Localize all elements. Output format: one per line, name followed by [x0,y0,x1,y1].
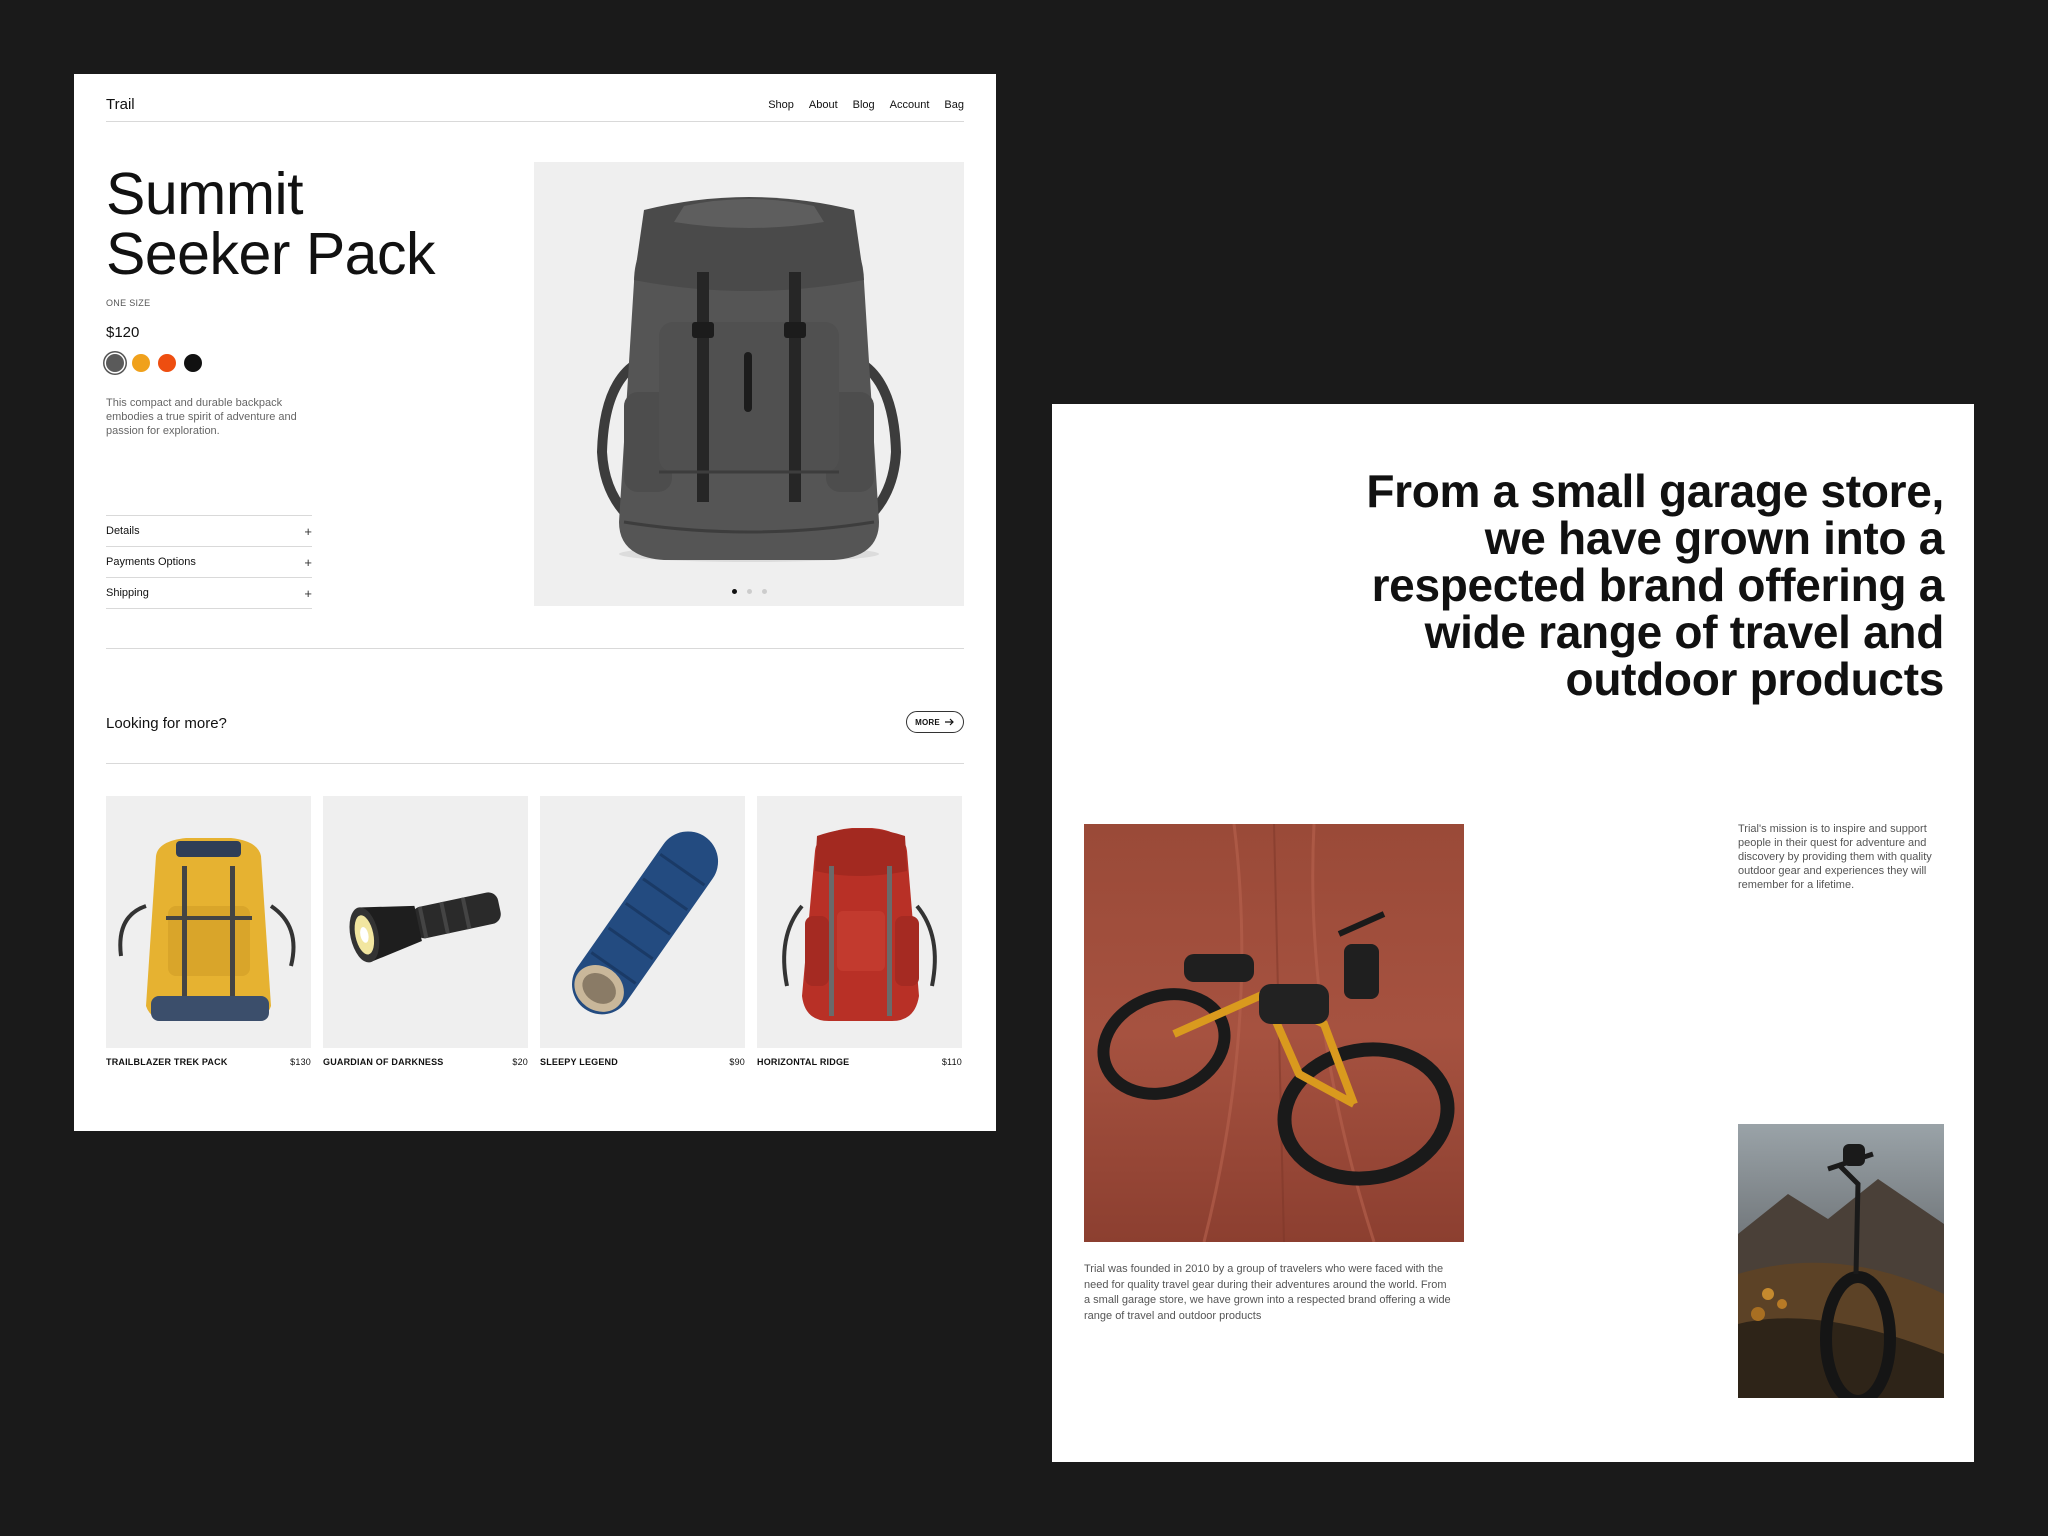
swatch-gray[interactable] [106,354,124,372]
product-card-meta: GUARDIAN OF DARKNESS $20 [323,1057,528,1067]
accordion-payments[interactable]: Payments Options + [106,547,312,578]
logo[interactable]: Trail [106,96,135,113]
accordion-shipping[interactable]: Shipping + [106,578,312,609]
nav-about[interactable]: About [809,99,838,111]
product-card-name: TRAILBLAZER TREK PACK [106,1057,228,1067]
product-price: $120 [106,324,140,341]
more-button[interactable]: MORE [906,711,964,733]
product-card-price: $130 [290,1057,311,1067]
gallery-dot-2[interactable] [746,589,752,594]
product-card-image [106,796,311,1048]
product-accordion: Details + Payments Options + Shipping + [106,515,312,609]
product-card-name: HORIZONTAL RIDGE [757,1057,850,1067]
mission-text: Trial's mission is to inspire and suppor… [1738,823,1932,891]
gallery-dots [534,589,964,594]
nav-shop[interactable]: Shop [768,99,794,111]
product-page-panel: Trail Shop About Blog Account Bag Summit… [74,74,996,1131]
product-card-trailblazer[interactable]: TRAILBLAZER TREK PACK $130 [106,796,311,1067]
plus-icon: + [304,554,312,570]
accordion-details[interactable]: Details + [106,516,312,547]
swatch-yellow[interactable] [132,354,150,372]
product-title-line2: Seeker Pack [106,221,436,287]
accordion-label: Details [106,525,140,537]
plus-icon: + [304,523,312,539]
nav-account[interactable]: Account [890,99,930,111]
swatch-orange[interactable] [158,354,176,372]
backpack-red-icon [782,828,937,1021]
nav-bag[interactable]: Bag [944,99,964,111]
product-card-name: SLEEPY LEGEND [540,1057,618,1067]
bike-on-dirt-road-image [1084,824,1464,1242]
about-headline: From a small garage store, we have grown… [1366,465,1944,705]
product-card-meta: TRAILBLAZER TREK PACK $130 [106,1057,311,1067]
divider [106,763,964,764]
gallery-dot-1[interactable] [731,589,737,594]
flashlight-icon [349,892,501,963]
divider [106,648,964,649]
sleeping-bag-icon [572,831,719,1015]
size-label: ONE SIZE [106,298,151,308]
product-card-name: GUARDIAN OF DARKNESS [323,1057,444,1067]
product-card-price: $90 [729,1057,745,1067]
nav-links: Shop About Blog Account Bag [768,99,964,111]
arrow-right-icon [944,718,954,726]
accordion-label: Payments Options [106,556,196,568]
product-title-line1: Summit [106,161,303,227]
product-card-price: $20 [512,1057,528,1067]
product-card-meta: HORIZONTAL RIDGE $110 [757,1057,962,1067]
nav-blog[interactable]: Blog [853,99,875,111]
backpack-gray-icon [596,197,902,562]
plus-icon: + [304,585,312,601]
bike-on-mountain-image [1738,1124,1944,1398]
product-card-meta: SLEEPY LEGEND $90 [540,1057,745,1067]
related-products: TRAILBLAZER TREK PACK $130 GUARDIAN OF D… [106,796,964,1067]
product-card-guardian[interactable]: GUARDIAN OF DARKNESS $20 [323,796,528,1067]
looking-for-more-title: Looking for more? [106,715,227,732]
product-card-price: $110 [941,1057,962,1067]
more-button-label: MORE [915,717,940,727]
product-title: Summit Seeker Pack [106,161,436,287]
product-card-image [757,796,962,1048]
story-text: Trial was founded in 2010 by a group of … [1084,1263,1451,1322]
product-card-sleepy[interactable]: SLEEPY LEGEND $90 [540,796,745,1067]
top-nav: Trail Shop About Blog Account Bag [106,88,964,122]
about-page-panel: From a small garage store, we have grown… [1052,404,1974,1462]
mountain-bike-photo-icon [1738,1124,1944,1398]
swatch-black[interactable] [184,354,202,372]
accordion-label: Shipping [106,587,149,599]
color-swatches [106,354,202,372]
product-card-image [323,796,528,1048]
bike-photo-icon [1084,824,1464,1242]
product-card-image [540,796,745,1048]
backpack-yellow-icon [118,838,296,1021]
product-description: This compact and durable backpack embodi… [106,397,297,437]
product-hero-image[interactable] [534,162,964,606]
product-card-horizontal[interactable]: HORIZONTAL RIDGE $110 [757,796,962,1067]
gallery-dot-3[interactable] [761,589,767,594]
